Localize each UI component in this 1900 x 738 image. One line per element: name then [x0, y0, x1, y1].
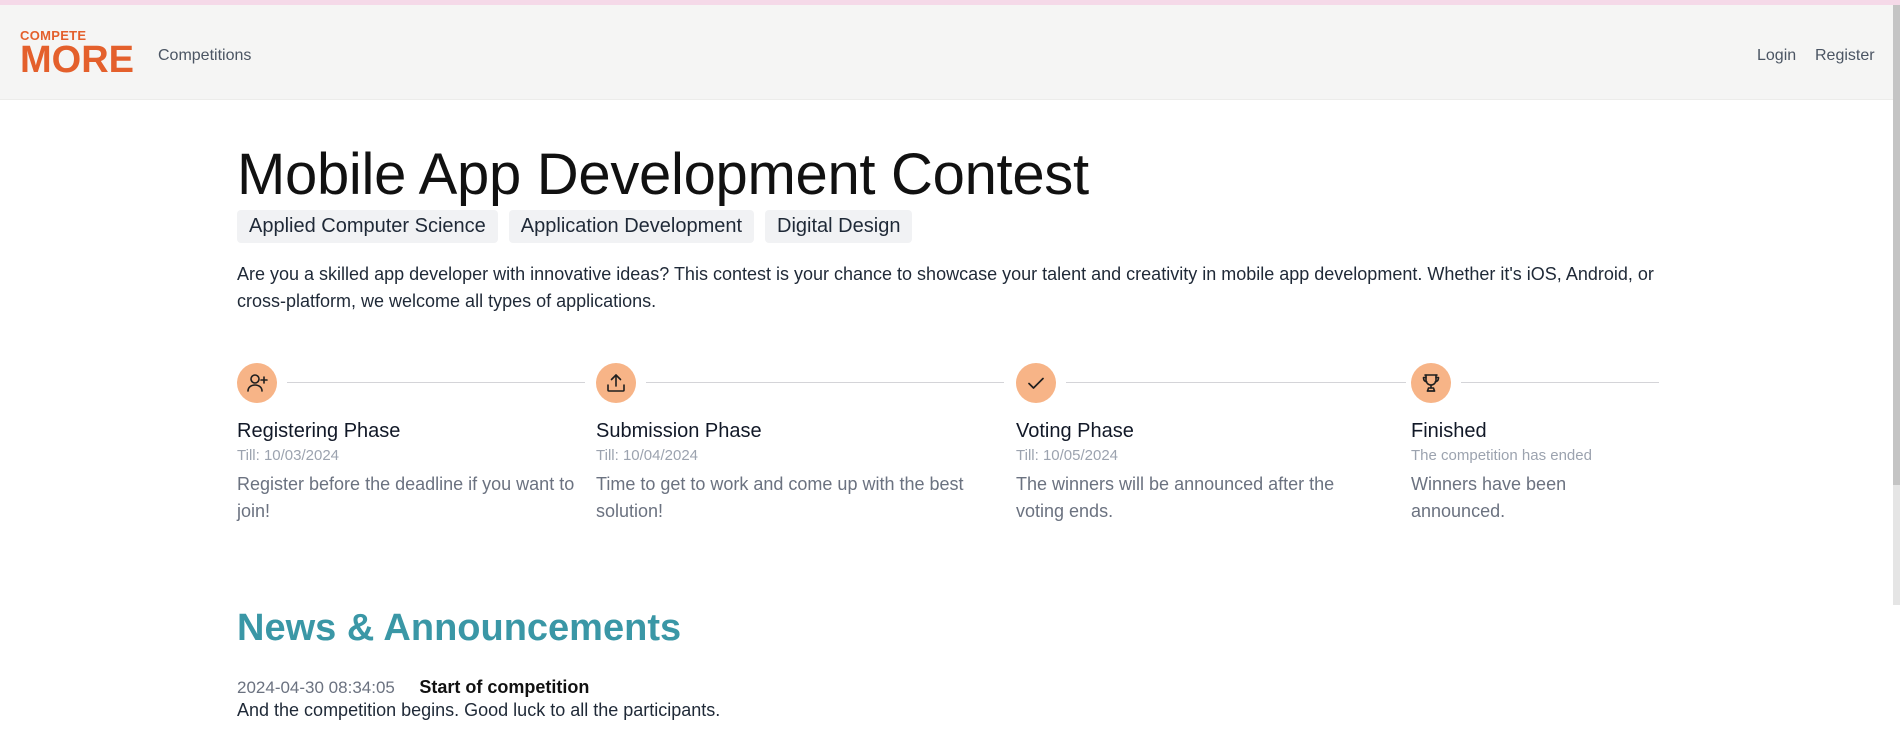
check-icon — [1016, 362, 1056, 403]
phase-name: Registering Phase — [237, 419, 401, 442]
phase-date: Till: 10/03/2024 — [237, 446, 340, 464]
phase-name: Voting Phase — [1016, 419, 1134, 442]
phase-name: Finished — [1411, 419, 1487, 442]
trophy-icon — [1411, 362, 1451, 403]
phase-connector-line — [1066, 381, 1406, 383]
news-timestamp: 2024-04-30 08:34:05 — [237, 678, 395, 697]
compete-more-logo[interactable]: COMPETE MORE — [20, 29, 134, 79]
phase-name: Submission Phase — [596, 419, 762, 442]
phase-description: Register before the deadline if you want… — [237, 473, 575, 521]
navbar: COMPETE MORE Competitions Login Register — [0, 5, 1900, 100]
phase-description: Winners have been announced. — [1411, 473, 1567, 521]
phase-timeline: Registering Phase Till: 10/03/2024 Regis… — [237, 362, 1659, 533]
scrollbar-thumb[interactable] — [1893, 5, 1900, 485]
news-body: And the competition begins. Good luck to… — [237, 700, 721, 720]
competition-content: Mobile App Development Contest Applied C… — [237, 140, 1659, 533]
competition-description: Are you a skilled app developer with inn… — [237, 263, 1654, 311]
news-item: 2024-04-30 08:34:05 Start of competition… — [237, 677, 1637, 721]
phase-connector-line — [1461, 381, 1659, 383]
phase-date: Till: 10/04/2024 — [596, 446, 699, 464]
page-scrollbar[interactable] — [1893, 5, 1900, 605]
competition-title: Mobile App Development Contest — [237, 142, 1089, 207]
category-tag: Application Development — [508, 209, 755, 243]
phase-description: The winners will be announced after the … — [1016, 473, 1335, 521]
logo-bottom-text: MORE — [20, 39, 134, 81]
phase-connector-line — [287, 381, 585, 383]
news-heading: Start of competition — [419, 677, 590, 697]
category-tag: Applied Computer Science — [237, 209, 498, 243]
phase-date: The competition has ended — [1411, 446, 1592, 464]
user-plus-icon — [237, 362, 277, 403]
upload-icon — [596, 362, 636, 403]
phase-description: Time to get to work and come up with the… — [596, 473, 964, 521]
category-tags: Applied Computer Science Application Dev… — [237, 209, 1657, 243]
nav-register-link[interactable]: Register — [1815, 47, 1875, 65]
news-section-title: News & Announcements — [237, 607, 682, 649]
category-tag: Digital Design — [765, 209, 913, 243]
phase-date: Till: 10/05/2024 — [1016, 446, 1119, 464]
phase-connector-line — [646, 381, 1004, 383]
nav-competitions-link[interactable]: Competitions — [158, 47, 251, 65]
nav-login-link[interactable]: Login — [1757, 47, 1796, 65]
